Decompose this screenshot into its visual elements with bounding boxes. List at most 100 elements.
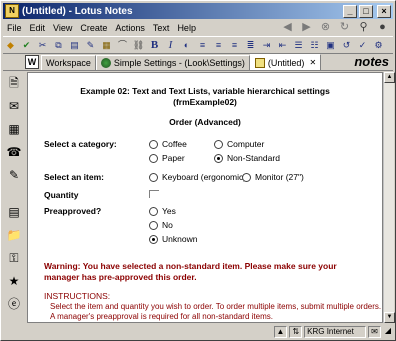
numbers-icon[interactable]: ☷ xyxy=(307,38,322,53)
cut-icon[interactable]: ✂ xyxy=(35,38,50,53)
bookmark-favorites-icon[interactable]: ★ xyxy=(5,272,23,290)
save-icon[interactable]: ✔ xyxy=(19,38,34,53)
menu-file[interactable]: File xyxy=(3,23,26,33)
option-label: Coffee xyxy=(162,139,187,149)
search-icon[interactable]: ⚲ xyxy=(357,21,370,34)
tab-bar: W Workspace Simple Settings - (Look\Sett… xyxy=(3,54,393,71)
bookmark-internet-icon[interactable]: ⓔ xyxy=(5,295,23,313)
preapproved-option-yes[interactable]: Yes xyxy=(149,206,176,216)
properties-icon[interactable]: ⚙ xyxy=(371,38,386,53)
item-label: Select an item: xyxy=(44,172,104,182)
item-option-keyboard[interactable]: Keyboard (ergonomic) xyxy=(149,172,246,182)
tab-untitled[interactable]: (Untitled) ✕ xyxy=(249,54,322,70)
tab-simple-settings[interactable]: Simple Settings - (Look\Settings) xyxy=(95,55,250,70)
minimize-button[interactable]: _ xyxy=(343,4,357,18)
radio-button[interactable] xyxy=(149,139,158,149)
indent-icon[interactable]: ⇥ xyxy=(259,38,274,53)
bold-button[interactable]: B xyxy=(147,38,162,53)
refresh-icon[interactable]: ↻ xyxy=(338,21,351,34)
notes-logo: notes xyxy=(354,54,389,69)
radio-button-selected[interactable] xyxy=(214,153,223,163)
category-option-paper[interactable]: Paper xyxy=(149,153,185,163)
workspace-icon[interactable]: W xyxy=(25,55,39,69)
radio-button[interactable] xyxy=(242,172,251,182)
menu-actions[interactable]: Actions xyxy=(111,23,149,33)
go-icon[interactable]: ● xyxy=(376,21,389,34)
category-option-non-standard[interactable]: Non-Standard xyxy=(214,153,280,163)
radio-button[interactable] xyxy=(149,153,158,163)
copy-icon[interactable]: ⧉ xyxy=(51,38,66,53)
radio-button[interactable] xyxy=(149,172,158,182)
forward-icon[interactable]: ▶ xyxy=(300,21,313,34)
align-right-icon[interactable]: ≡ xyxy=(227,38,242,53)
category-option-coffee[interactable]: Coffee xyxy=(149,139,187,149)
radio-button[interactable] xyxy=(214,139,223,149)
back-icon[interactable]: ◀ xyxy=(281,21,294,34)
notes-icon[interactable]: N xyxy=(5,4,19,18)
form-title-line1: Example 02: Text and Text Lists, variabl… xyxy=(80,86,330,96)
radio-button[interactable] xyxy=(149,206,158,216)
outdent-icon[interactable]: ⇤ xyxy=(275,38,290,53)
bookmark-databases-icon[interactable]: ▤ xyxy=(5,203,23,221)
attach-icon[interactable]: ⌒ xyxy=(115,38,130,53)
align-center-icon[interactable]: ≡ xyxy=(211,38,226,53)
stop-icon[interactable]: ⊗ xyxy=(319,21,332,34)
vertical-scrollbar[interactable]: ▲ ▼ xyxy=(383,72,395,323)
bullets-icon[interactable]: ☰ xyxy=(291,38,306,53)
status-network-icon[interactable]: ⇅ xyxy=(289,326,303,338)
option-label: Unknown xyxy=(162,234,198,244)
form-title: Example 02: Text and Text Lists, variabl… xyxy=(28,86,382,108)
radio-button[interactable] xyxy=(149,220,158,230)
ruler-icon[interactable]: ▦ xyxy=(99,38,114,53)
option-label: No xyxy=(162,220,173,230)
tab-label: Workspace xyxy=(46,58,91,68)
align-left-icon[interactable]: ≡ xyxy=(195,38,210,53)
bookmark-calendar-icon[interactable]: ▦ xyxy=(5,120,23,138)
bookmark-todo-icon[interactable]: ✎ xyxy=(5,166,23,184)
spell-check-icon[interactable]: ✓ xyxy=(355,38,370,53)
menu-bar: File Edit View Create Actions Text Help … xyxy=(3,20,393,35)
preapproved-option-unknown[interactable]: Unknown xyxy=(149,234,197,244)
radio-button-selected[interactable] xyxy=(149,234,158,244)
close-button[interactable]: × xyxy=(377,4,391,18)
status-resize-grip[interactable]: ◢ xyxy=(383,326,393,338)
toolbar: ◆ ✔ ✂ ⧉ ▤ ✎ ▦ ⌒ ⛓ B I ◐ ≡ ≡ ≡ ≣ ⇥ ⇤ ☰ ☷ … xyxy=(3,36,393,54)
italic-button[interactable]: I xyxy=(163,38,178,53)
menu-edit[interactable]: Edit xyxy=(26,23,50,33)
scroll-down-button[interactable]: ▼ xyxy=(384,312,395,323)
preapproved-option-no[interactable]: No xyxy=(149,220,173,230)
status-up-icon[interactable]: ▲ xyxy=(273,326,288,338)
bookmark-addressbook-icon[interactable]: ☎ xyxy=(5,143,23,161)
paste-icon[interactable]: ▤ xyxy=(67,38,82,53)
menu-view[interactable]: View xyxy=(49,23,76,33)
menu-help[interactable]: Help xyxy=(173,23,200,33)
menu-text[interactable]: Text xyxy=(149,23,174,33)
instructions-line1: Select the item and quantity you wish to… xyxy=(50,302,382,311)
hotspot-icon[interactable]: ▣ xyxy=(323,38,338,53)
refresh-fields-icon[interactable]: ↺ xyxy=(339,38,354,53)
bookmark-home-icon[interactable]: 🗎 xyxy=(5,74,23,92)
quantity-field[interactable] xyxy=(149,190,159,198)
bookmark-mail-icon[interactable]: ✉ xyxy=(5,97,23,115)
bookmark-replication-icon[interactable]: ⚿ xyxy=(5,249,23,267)
item-option-monitor[interactable]: Monitor (27") xyxy=(242,172,304,182)
category-option-computer[interactable]: Computer xyxy=(214,139,264,149)
document-icon xyxy=(254,57,265,68)
bookmark-folder-icon[interactable]: 📁 xyxy=(5,226,23,244)
link-icon[interactable]: ⛓ xyxy=(131,38,146,53)
close-tab-icon[interactable]: ✕ xyxy=(309,58,316,67)
justify-icon[interactable]: ≣ xyxy=(243,38,258,53)
status-location[interactable]: KRG Internet xyxy=(304,326,367,338)
paste-special-icon[interactable]: ✎ xyxy=(83,38,98,53)
status-mail-icon[interactable]: ✉ xyxy=(368,326,381,338)
maximize-button[interactable]: □ xyxy=(359,4,373,18)
warning-message: Warning: You have selected a non-standar… xyxy=(44,261,337,282)
edit-document-icon[interactable]: ◆ xyxy=(3,38,18,53)
title-bar: N (Untitled) - Lotus Notes _ □ × xyxy=(3,3,393,19)
option-label: Computer xyxy=(227,139,265,149)
quantity-label: Quantity xyxy=(44,190,79,200)
tab-workspace[interactable]: Workspace xyxy=(41,55,96,70)
scroll-up-button[interactable]: ▲ xyxy=(384,72,395,83)
menu-create[interactable]: Create xyxy=(76,23,111,33)
text-color-icon[interactable]: ◐ xyxy=(179,38,194,53)
